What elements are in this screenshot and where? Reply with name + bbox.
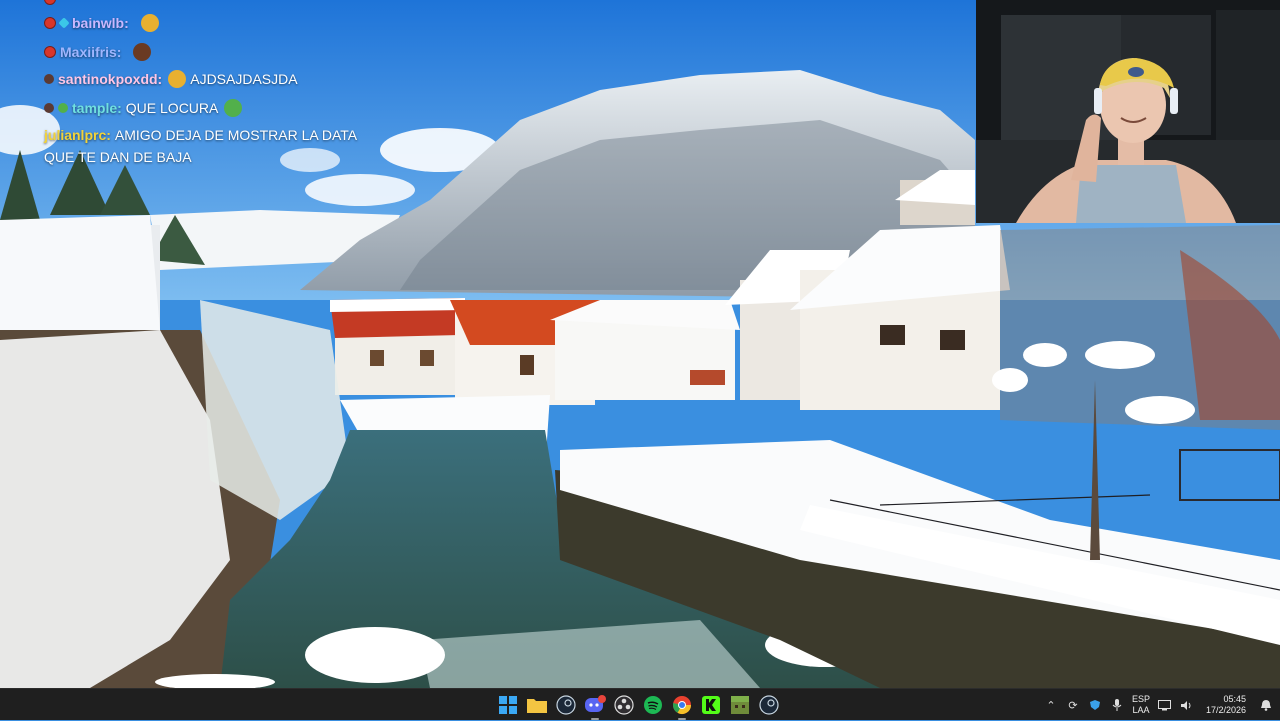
keyboard-layout: LAA bbox=[1132, 705, 1150, 715]
obs-icon bbox=[614, 695, 634, 715]
minecraft-icon bbox=[731, 696, 749, 714]
taskbar-pinned-apps bbox=[496, 689, 781, 721]
chat-username: Maxiifris: bbox=[60, 44, 122, 60]
language-code: ESP bbox=[1131, 694, 1150, 704]
chat-message: tample: QUE LOCURA bbox=[44, 97, 243, 119]
discord-icon bbox=[585, 695, 606, 712]
chat-badge-icon bbox=[44, 0, 56, 5]
chat-badge-icon bbox=[44, 74, 54, 84]
taskbar-spotify[interactable] bbox=[641, 693, 665, 717]
chat-username: tample: bbox=[72, 100, 122, 116]
language-indicator[interactable]: ESP LAA bbox=[1132, 694, 1150, 716]
chat-emote-icon bbox=[140, 14, 159, 32]
chat-badge-icon bbox=[58, 17, 70, 29]
chat-badge-icon bbox=[44, 46, 56, 58]
chat-message: julianlprc: AMIGO DEJA DE MOSTRAR LA DAT… bbox=[44, 124, 357, 146]
windows-logo-icon bbox=[499, 696, 517, 714]
security-shield-icon[interactable] bbox=[1088, 698, 1102, 712]
steam-icon bbox=[759, 695, 779, 715]
start-button[interactable] bbox=[496, 693, 520, 717]
chat-message: santinokpoxdd: AJDSAJDASJDA bbox=[44, 68, 298, 90]
chat-username: bainwlb: bbox=[72, 15, 129, 31]
taskbar-minecraft[interactable] bbox=[728, 693, 752, 717]
taskbar-file-explorer[interactable] bbox=[525, 693, 549, 717]
webcam-overlay bbox=[976, 0, 1280, 223]
windows-taskbar: ⌃ ⟳ ESP LAA 05:45 17/2/2026 bbox=[0, 688, 1280, 720]
network-icon[interactable] bbox=[1158, 698, 1172, 712]
chat-emote-icon bbox=[224, 99, 243, 117]
streamer-webcam-feed bbox=[976, 0, 1280, 223]
chat-text: QUE LOCURA bbox=[125, 100, 219, 116]
chat-text: AJDSAJDASJDA bbox=[190, 71, 298, 87]
chat-text: AMIGO DEJA DE MOSTRAR LA DATA bbox=[114, 127, 358, 143]
chevron-up-icon[interactable]: ⌃ bbox=[1044, 698, 1058, 712]
chat-text: QUE TE DAN DE BAJA bbox=[44, 149, 192, 165]
chat-badge-icon bbox=[44, 103, 54, 113]
taskbar-clock[interactable]: 05:45 17/2/2026 bbox=[1206, 694, 1246, 716]
chat-username: santinokpoxdd: bbox=[58, 71, 163, 87]
folder-icon bbox=[527, 699, 547, 713]
system-tray: ⌃ ⟳ ESP LAA 05:45 17/2/2026 bbox=[1044, 689, 1272, 721]
chat-message-continuation: QUE TE DAN DE BAJA bbox=[44, 146, 192, 168]
taskbar-steam-2[interactable] bbox=[757, 693, 781, 717]
chrome-icon bbox=[673, 696, 691, 715]
chat-badge-icon bbox=[58, 103, 68, 113]
taskbar-kick[interactable] bbox=[699, 693, 723, 717]
taskbar-chrome[interactable] bbox=[670, 693, 694, 720]
volume-icon[interactable] bbox=[1180, 698, 1194, 712]
clock-time: 05:45 bbox=[1223, 694, 1246, 704]
chat-message: Maxiifris: bbox=[44, 41, 152, 63]
steam-icon bbox=[556, 695, 576, 715]
kick-icon bbox=[702, 696, 720, 714]
chat-message: bainwlb: bbox=[44, 12, 159, 34]
chat-emote-icon bbox=[133, 43, 152, 61]
taskbar-steam[interactable] bbox=[554, 693, 578, 717]
sync-icon[interactable]: ⟳ bbox=[1066, 698, 1080, 712]
taskbar-discord[interactable] bbox=[583, 693, 607, 720]
clock-date: 17/2/2026 bbox=[1205, 705, 1246, 715]
chat-username: julianlprc: bbox=[44, 127, 111, 143]
notification-bell-icon[interactable] bbox=[1260, 699, 1272, 711]
spotify-icon bbox=[644, 696, 662, 714]
microphone-icon[interactable] bbox=[1110, 698, 1124, 712]
chat-message-partial bbox=[44, 0, 60, 10]
chat-emote-icon bbox=[168, 70, 187, 88]
taskbar-obs[interactable] bbox=[612, 693, 636, 717]
chat-badge-icon bbox=[44, 17, 56, 29]
